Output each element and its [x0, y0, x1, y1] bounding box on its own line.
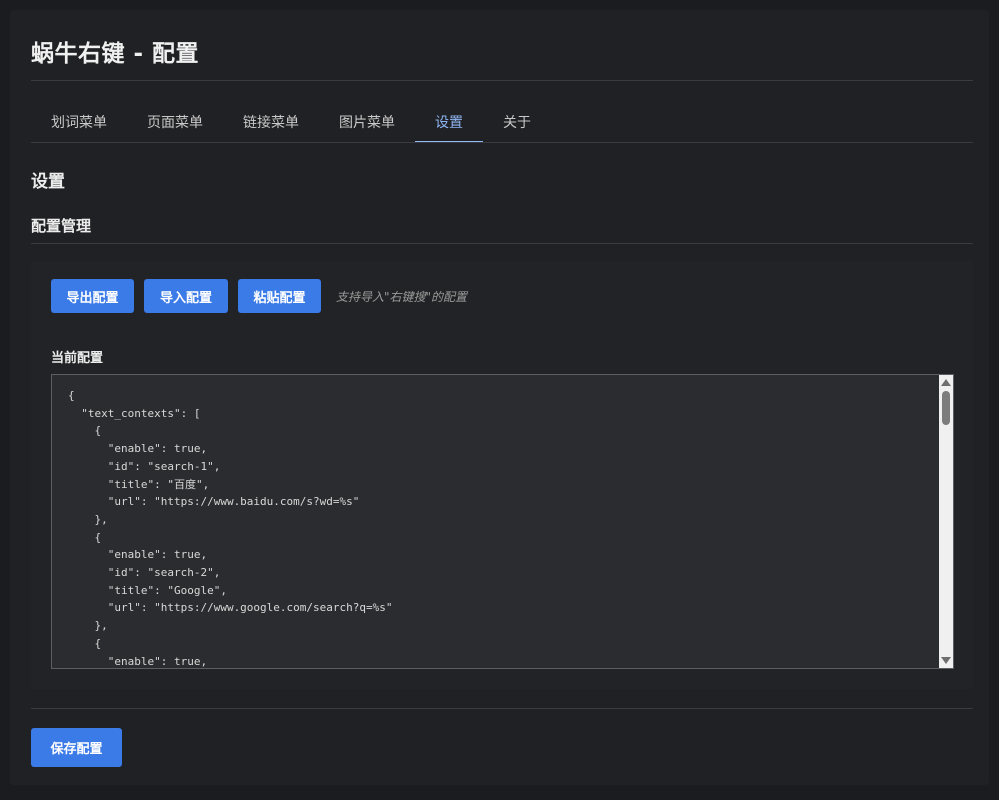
- tab-settings[interactable]: 设置: [415, 108, 483, 143]
- scroll-up-icon[interactable]: [941, 379, 951, 386]
- scroll-down-icon[interactable]: [941, 657, 951, 664]
- tab-bar: 划词菜单 页面菜单 链接菜单 图片菜单 设置 关于: [31, 108, 551, 143]
- section-heading: 设置: [31, 172, 65, 192]
- scrollbar-thumb[interactable]: [942, 391, 950, 425]
- tab-page-menu[interactable]: 页面菜单: [127, 108, 223, 142]
- settings-window: 蜗牛右键 - 配置 划词菜单 页面菜单 链接菜单 图片菜单 设置 关于 设置 配…: [10, 10, 989, 785]
- tab-text-menu[interactable]: 划词菜单: [31, 108, 127, 142]
- save-config-button[interactable]: 保存配置: [31, 728, 122, 767]
- title-divider: [31, 80, 973, 81]
- current-config-label: 当前配置: [51, 351, 104, 366]
- editor-scrollbar[interactable]: [939, 375, 953, 668]
- paste-config-button[interactable]: 粘贴配置: [238, 279, 321, 313]
- import-hint: 支持导入"右键搜"的配置: [336, 290, 468, 304]
- tabs-divider: [31, 142, 973, 143]
- config-textarea[interactable]: { "text_contexts": [ { "enable": true, "…: [51, 374, 954, 669]
- config-management-heading: 配置管理: [31, 217, 92, 235]
- import-config-button[interactable]: 导入配置: [144, 279, 228, 313]
- tab-about[interactable]: 关于: [483, 108, 551, 142]
- config-panel: 导出配置 导入配置 粘贴配置 支持导入"右键搜"的配置 当前配置 { "text…: [31, 261, 973, 689]
- section-divider: [31, 243, 973, 244]
- export-config-button[interactable]: 导出配置: [51, 279, 134, 313]
- page-title: 蜗牛右键 - 配置: [31, 41, 200, 67]
- tab-link-menu[interactable]: 链接菜单: [223, 108, 319, 142]
- config-json-text: { "text_contexts": [ { "enable": true, "…: [68, 389, 393, 668]
- tab-image-menu[interactable]: 图片菜单: [319, 108, 415, 142]
- footer-divider: [31, 708, 973, 709]
